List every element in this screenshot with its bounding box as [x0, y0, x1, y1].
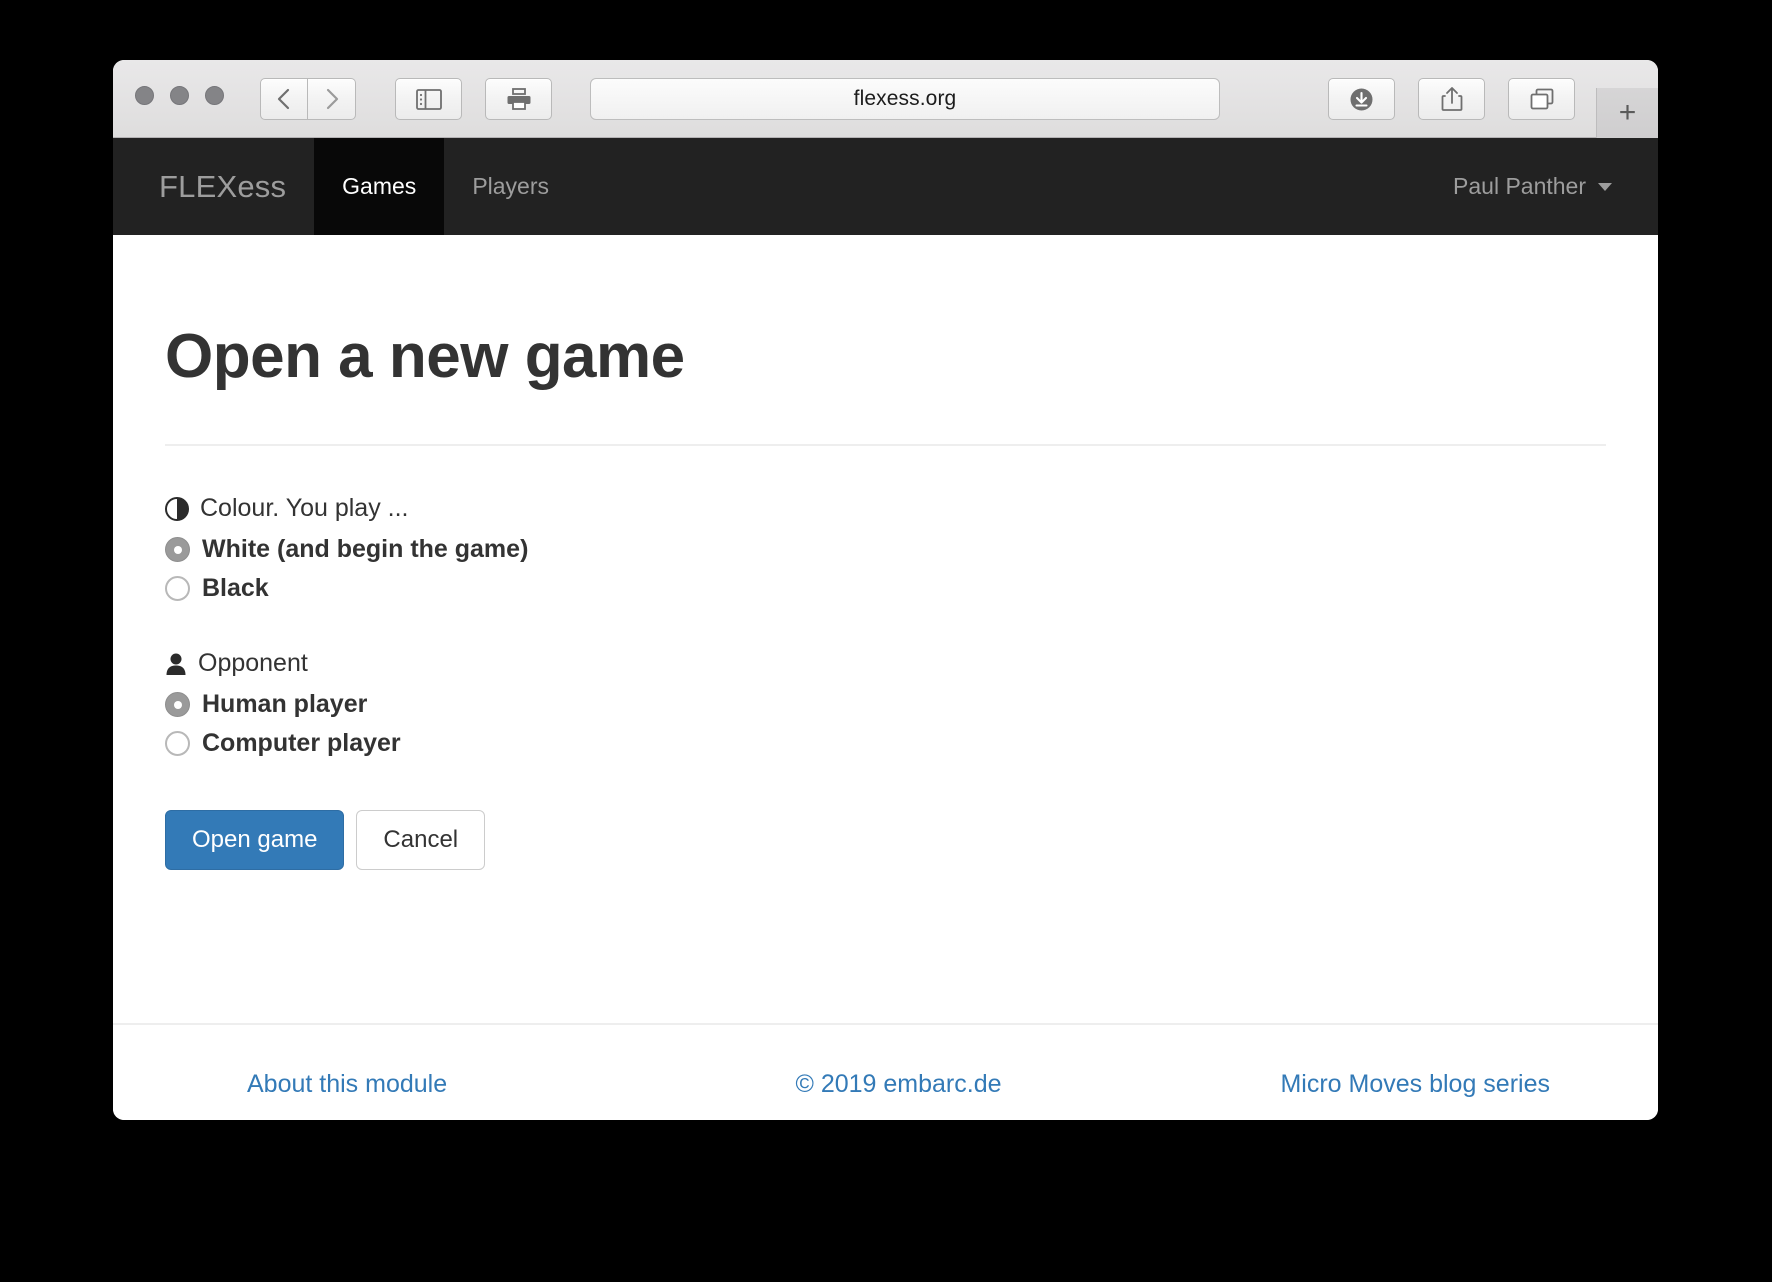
downloads-button[interactable] — [1328, 78, 1395, 120]
chevron-right-icon — [324, 87, 340, 111]
tab-overview-icon — [1529, 87, 1555, 111]
close-window-button[interactable] — [135, 86, 154, 105]
title-divider — [165, 444, 1606, 446]
maximize-window-button[interactable] — [205, 86, 224, 105]
brand-label: FLEXess — [159, 168, 287, 204]
nav-item-players-label: Players — [472, 173, 550, 199]
page-title: Open a new game — [165, 322, 685, 391]
radio-option-white[interactable]: White (and begin the game) — [165, 537, 1606, 562]
show-sidebar-button[interactable] — [395, 78, 462, 120]
footer-copyright[interactable]: © 2019 embarc.de — [681, 1070, 1115, 1099]
radio-option-human[interactable]: Human player — [165, 692, 1606, 717]
browser-toolbar: flexess.org + — [113, 60, 1658, 138]
form-actions: Open game Cancel — [165, 810, 1606, 870]
sidebar-icon — [415, 88, 442, 110]
open-game-button[interactable]: Open game — [165, 810, 345, 870]
radio-option-black[interactable]: Black — [165, 576, 1606, 601]
footer-link-blog[interactable]: Micro Moves blog series — [1116, 1070, 1606, 1099]
main-navbar: FLEXess Games Players Paul Panther — [113, 138, 1658, 235]
radio-human-label: Human player — [202, 690, 368, 718]
brand-logo[interactable]: FLEXess — [113, 138, 314, 235]
colour-form-group: Colour. You play ... White (and begin th… — [165, 494, 1606, 601]
radio-black-input[interactable] — [165, 576, 190, 601]
user-menu-label: Paul Panther — [1453, 173, 1586, 199]
radio-computer-input[interactable] — [165, 731, 190, 756]
user-menu[interactable]: Paul Panther — [1407, 138, 1658, 235]
window-controls — [135, 86, 224, 105]
download-icon — [1349, 87, 1374, 112]
browser-window: flexess.org + FLEXess Games Players Paul… — [113, 60, 1658, 1120]
share-button[interactable] — [1418, 78, 1485, 120]
print-icon — [506, 87, 532, 111]
opponent-legend-label: Opponent — [198, 649, 308, 677]
contrast-icon — [165, 496, 189, 521]
footer-link-about[interactable]: About this module — [165, 1070, 681, 1099]
opponent-form-group: Opponent Human player Computer player — [165, 649, 1606, 756]
print-button[interactable] — [485, 78, 552, 120]
url-text: flexess.org — [853, 87, 957, 110]
share-icon — [1441, 86, 1463, 112]
tab-overview-button[interactable] — [1508, 78, 1575, 120]
colour-legend: Colour. You play ... — [165, 494, 1606, 523]
minimize-window-button[interactable] — [170, 86, 189, 105]
chevron-down-icon — [1598, 182, 1612, 191]
radio-option-computer[interactable]: Computer player — [165, 731, 1606, 756]
radio-white-input[interactable] — [165, 537, 190, 562]
back-button[interactable] — [260, 78, 308, 120]
nav-item-players[interactable]: Players — [444, 138, 577, 235]
radio-white-label: White (and begin the game) — [202, 535, 529, 563]
radio-human-input[interactable] — [165, 692, 190, 717]
colour-legend-label: Colour. You play ... — [200, 494, 409, 522]
nav-item-games-label: Games — [342, 173, 417, 199]
page-footer: About this module © 2019 embarc.de Micro… — [113, 1023, 1658, 1120]
chevron-left-icon — [276, 87, 292, 111]
plus-icon: + — [1618, 96, 1637, 129]
new-tab-button[interactable]: + — [1596, 88, 1658, 138]
person-icon — [165, 652, 187, 676]
forward-button[interactable] — [308, 78, 356, 120]
cancel-button[interactable]: Cancel — [356, 810, 486, 870]
page-content: Open a new game Colour. You play ... Whi… — [113, 235, 1658, 1023]
radio-computer-label: Computer player — [202, 729, 401, 757]
opponent-legend: Opponent — [165, 649, 1606, 678]
radio-black-label: Black — [202, 574, 269, 602]
address-bar[interactable]: flexess.org — [590, 78, 1220, 120]
nav-item-games[interactable]: Games — [314, 138, 445, 235]
